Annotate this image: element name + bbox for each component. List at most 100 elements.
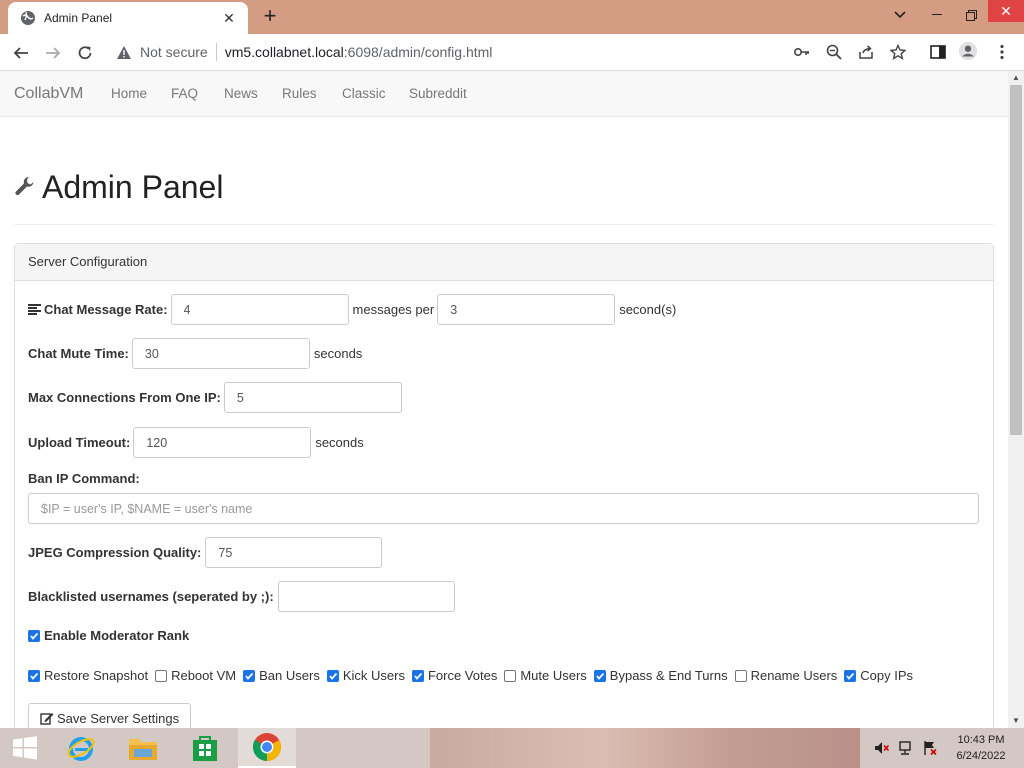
scrollbar-thumb[interactable] bbox=[1010, 85, 1022, 435]
perm-force-votes[interactable]: Force Votes bbox=[411, 668, 497, 683]
perm-mute-users[interactable]: Mute Users bbox=[504, 668, 587, 683]
minimize-button[interactable] bbox=[920, 0, 954, 30]
site-brand[interactable]: CollabVM bbox=[14, 85, 83, 103]
panel-heading: Server Configuration bbox=[15, 244, 993, 281]
jpeg-quality-input[interactable] bbox=[205, 537, 383, 568]
enable-moderator-label: Enable Moderator Rank bbox=[44, 628, 190, 643]
perm-copy-ips[interactable]: Copy IPs bbox=[844, 668, 913, 683]
page-title: Admin Panel bbox=[42, 169, 224, 205]
max-connections-label: Max Connections From One IP: bbox=[28, 390, 221, 405]
chat-rate-label: Chat Message Rate: bbox=[44, 302, 168, 317]
perm-kick-users[interactable]: Kick Users bbox=[326, 668, 405, 683]
wrench-icon bbox=[14, 175, 36, 200]
scroll-down-icon[interactable]: ▼ bbox=[1008, 714, 1024, 728]
header-divider bbox=[14, 224, 994, 225]
upload-timeout-input[interactable] bbox=[133, 427, 312, 458]
upload-timeout-label: Upload Timeout: bbox=[28, 435, 131, 450]
save-server-settings-button[interactable]: Save Server Settings bbox=[28, 703, 192, 728]
mute-time-suffix: seconds bbox=[313, 346, 363, 361]
upload-timeout-row: Upload Timeout: seconds bbox=[28, 427, 364, 458]
volume-muted-icon[interactable] bbox=[872, 728, 892, 768]
blacklist-input[interactable] bbox=[277, 581, 455, 612]
address-bar[interactable]: Not secure vm5.collabnet.local:6098/admi… bbox=[104, 37, 784, 67]
perm-label: Copy IPs bbox=[860, 668, 914, 683]
browser-tab[interactable]: Admin Panel ✕ bbox=[8, 2, 248, 34]
new-tab-button[interactable]: + bbox=[258, 5, 282, 29]
windows-start-icon[interactable] bbox=[0, 728, 50, 768]
profile-avatar-icon[interactable] bbox=[958, 41, 978, 61]
checkbox-checked-icon[interactable] bbox=[28, 629, 40, 642]
upload-timeout-suffix: seconds bbox=[315, 435, 364, 450]
mute-time-input[interactable] bbox=[131, 338, 310, 369]
checkbox-checked-icon[interactable] bbox=[326, 669, 339, 682]
checkbox-checked-icon[interactable] bbox=[28, 669, 40, 682]
menu-kebab-icon[interactable] bbox=[992, 42, 1012, 62]
store-icon[interactable] bbox=[176, 728, 234, 768]
chat-rate-row: Chat Message Rate: messages per second(s… bbox=[28, 294, 676, 325]
perm-rename-users[interactable]: Rename Users bbox=[734, 668, 837, 683]
ban-command-input[interactable] bbox=[28, 493, 979, 524]
chat-rate-middle-text: messages per bbox=[352, 302, 435, 317]
nav-link-subreddit[interactable]: Subreddit bbox=[409, 86, 467, 101]
warning-icon[interactable] bbox=[116, 45, 132, 60]
browser-titlebar: Admin Panel ✕ + ✕ bbox=[0, 0, 1024, 34]
forward-arrow-icon[interactable] bbox=[42, 42, 64, 64]
tab-close-icon[interactable]: ✕ bbox=[220, 10, 238, 27]
perm-label: Reboot VM bbox=[171, 668, 237, 683]
chat-rate-seconds-input[interactable] bbox=[437, 294, 616, 325]
side-panel-icon[interactable] bbox=[928, 42, 948, 62]
checkbox-checked-icon[interactable] bbox=[844, 669, 857, 682]
internet-explorer-icon[interactable] bbox=[52, 728, 110, 768]
chrome-taskbar-icon[interactable] bbox=[238, 728, 296, 768]
key-icon[interactable] bbox=[792, 42, 812, 62]
action-center-flag-icon[interactable] bbox=[920, 728, 940, 768]
bookmark-star-icon[interactable] bbox=[888, 42, 908, 62]
reload-icon[interactable] bbox=[74, 42, 96, 64]
tab-title: Admin Panel bbox=[44, 11, 113, 25]
tab-search-icon[interactable] bbox=[886, 0, 914, 30]
perm-label: Mute Users bbox=[520, 668, 587, 683]
nav-link-news[interactable]: News bbox=[224, 86, 258, 101]
max-connections-input[interactable] bbox=[223, 382, 402, 413]
perm-reboot-vm[interactable]: Reboot VM bbox=[155, 668, 236, 683]
checkbox-unchecked-icon[interactable] bbox=[734, 669, 747, 682]
perm-ban-users[interactable]: Ban Users bbox=[243, 668, 320, 683]
page-viewport: CollabVM Home FAQ News Rules Classic Sub… bbox=[0, 71, 1008, 728]
security-label[interactable]: Not secure bbox=[140, 44, 208, 60]
perm-restore-snapshot[interactable]: Restore Snapshot bbox=[28, 668, 148, 683]
perm-label: Kick Users bbox=[342, 668, 405, 683]
url-host: vm5.collabnet.local bbox=[224, 44, 344, 60]
checkbox-checked-icon[interactable] bbox=[593, 669, 606, 682]
page-header: Admin Panel bbox=[14, 169, 223, 206]
url-text[interactable]: vm5.collabnet.local:6098/admin/config.ht… bbox=[225, 44, 493, 60]
chat-rate-messages-input[interactable] bbox=[170, 294, 349, 325]
globe-icon bbox=[20, 10, 36, 26]
nav-link-classic[interactable]: Classic bbox=[342, 86, 386, 101]
jpeg-quality-label: JPEG Compression Quality: bbox=[28, 545, 202, 560]
enable-moderator-checkbox[interactable]: Enable Moderator Rank bbox=[28, 628, 189, 643]
page-scrollbar[interactable]: ▲ ▼ bbox=[1008, 71, 1024, 728]
network-icon[interactable] bbox=[896, 728, 916, 768]
close-window-button[interactable]: ✕ bbox=[988, 0, 1024, 22]
checkbox-checked-icon[interactable] bbox=[411, 669, 424, 682]
share-icon[interactable] bbox=[856, 42, 876, 62]
url-path: :6098/admin/config.html bbox=[343, 44, 493, 60]
file-explorer-icon[interactable] bbox=[114, 728, 172, 768]
nav-link-rules[interactable]: Rules bbox=[282, 86, 317, 101]
checkbox-unchecked-icon[interactable] bbox=[504, 669, 517, 682]
browser-toolbar: Not secure vm5.collabnet.local:6098/admi… bbox=[0, 34, 1024, 71]
scroll-up-icon[interactable]: ▲ bbox=[1008, 71, 1024, 85]
restore-button[interactable] bbox=[954, 0, 988, 30]
blacklist-label: Blacklisted usernames (seperated by ;): bbox=[28, 589, 274, 604]
checkbox-checked-icon[interactable] bbox=[243, 669, 256, 682]
mute-time-label: Chat Mute Time: bbox=[28, 346, 129, 361]
perm-label: Bypass & End Turns bbox=[609, 668, 728, 683]
zoom-icon[interactable] bbox=[824, 42, 844, 62]
nav-link-faq[interactable]: FAQ bbox=[171, 86, 198, 101]
back-arrow-icon[interactable] bbox=[10, 42, 32, 64]
permissions-row: Restore Snapshot Reboot VM Ban Users Kic… bbox=[28, 668, 920, 683]
nav-link-home[interactable]: Home bbox=[111, 86, 147, 101]
taskbar-clock[interactable]: 10:43 PM 6/24/2022 bbox=[946, 732, 1016, 764]
perm-bypass-end-turns[interactable]: Bypass & End Turns bbox=[593, 668, 728, 683]
checkbox-unchecked-icon[interactable] bbox=[155, 669, 168, 682]
